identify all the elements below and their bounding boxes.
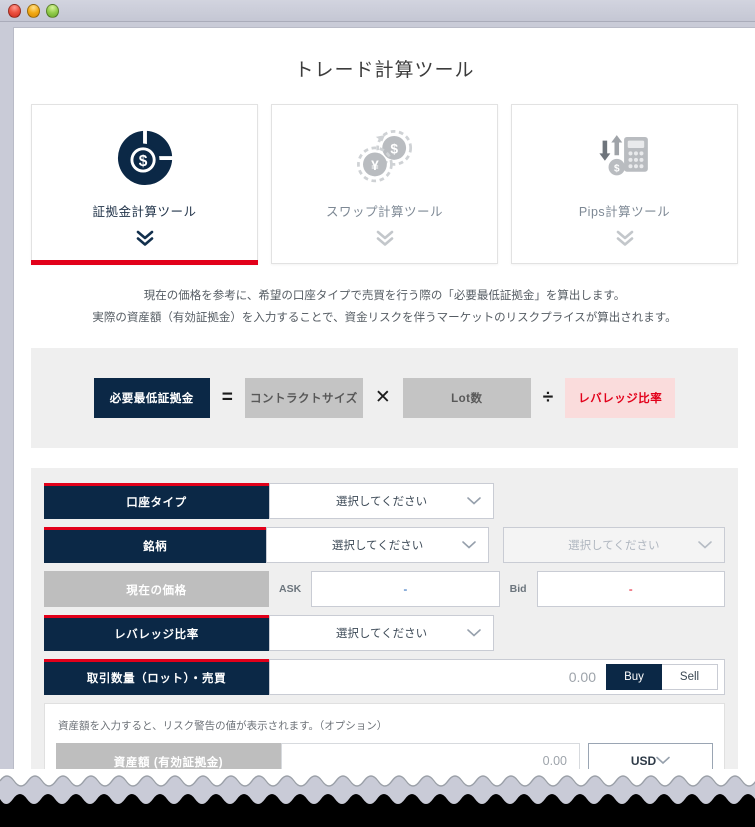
browser-window: トレード計算ツール $ 証拠金計算ツール $ ¥ スワップ計算ツール $ Pip… (0, 0, 755, 827)
svg-text:$: $ (613, 164, 619, 175)
close-window-button[interactable] (8, 3, 21, 18)
form-row-leverage: レバレッジ比率 選択してください (44, 614, 725, 651)
tool-description: 現在の価格を参考に、希望の口座タイプで売買を行う際の「必要最低証拠金」を算出しま… (31, 264, 738, 348)
volume-value: 0.00 (568, 668, 596, 685)
buy-sell-toggle: Buy Sell (606, 663, 718, 690)
formula-term-lot: Lot数 (402, 377, 531, 418)
coins-exchange-icon: $ ¥ (352, 127, 418, 189)
minimize-window-button[interactable] (27, 3, 40, 18)
description-line-1: 現在の価格を参考に、希望の口座タイプで売買を行う際の「必要最低証拠金」を算出しま… (143, 290, 626, 302)
chevron-down-icon (461, 540, 476, 549)
ask-label: ASK (279, 582, 302, 595)
calculator-arrows-icon: $ (593, 127, 657, 189)
tool-card-list: $ 証拠金計算ツール $ ¥ スワップ計算ツール $ Pips計算ツール (31, 104, 738, 265)
symbol-sub-select[interactable]: 選択してください (502, 526, 725, 563)
chevron-double-down-icon (135, 229, 155, 247)
tool-card-label: Pips計算ツール (578, 205, 671, 219)
current-price-label: 現在の価格 (44, 570, 269, 607)
pie-dollar-icon: $ (114, 127, 176, 189)
symbol-label: 銘柄 (44, 526, 267, 563)
torn-page-edge (0, 769, 755, 827)
formula-multiply-operator: ✕ (374, 387, 391, 409)
buy-button[interactable]: Buy (606, 663, 662, 690)
calculator-form: 口座タイプ 選択してください 銘柄 選択してください 選択してください 現在の価… (31, 467, 738, 775)
window-titlebar (0, 0, 755, 22)
symbol-select[interactable]: 選択してください (266, 526, 489, 563)
svg-text:$: $ (138, 153, 147, 170)
volume-label: 取引数量（ロット）・売買 (44, 658, 269, 695)
account-type-label: 口座タイプ (44, 482, 269, 519)
leverage-label: レバレッジ比率 (44, 614, 269, 651)
formula-term-leverage: レバレッジ比率 (565, 377, 676, 418)
symbol-value: 選択してください (331, 539, 424, 552)
tool-card-margin-calculator[interactable]: $ 証拠金計算ツール (31, 104, 258, 265)
chevron-down-icon (698, 540, 712, 549)
tool-card-label: 証拠金計算ツール (92, 205, 197, 219)
form-row-symbol: 銘柄 選択してください 選択してください (44, 526, 725, 563)
optional-equity-card: 資産額を入力すると、リスク警告の値が表示されます。（オプション） 資産額 (有効… (44, 702, 725, 775)
ask-price-field: - (311, 570, 500, 607)
page-title: トレード計算ツール (294, 60, 475, 81)
page-surface: トレード計算ツール $ 証拠金計算ツール $ ¥ スワップ計算ツール $ Pip… (13, 27, 755, 775)
symbol-sub-value: 選択してください (568, 539, 660, 552)
tool-card-swap-calculator[interactable]: $ ¥ スワップ計算ツール (271, 104, 498, 264)
account-type-select[interactable]: 選択してください (269, 482, 494, 519)
formula-result: 必要最低証拠金 (93, 377, 210, 418)
formula-term-contract-size: コントラクトサイズ (244, 377, 363, 418)
formula-equals-operator: = (221, 387, 233, 409)
bid-price-field: - (536, 570, 725, 607)
tool-card-pips-calculator[interactable]: $ Pips計算ツール (511, 104, 738, 264)
svg-text:$: $ (390, 141, 398, 156)
volume-input-group[interactable]: 0.00 Buy Sell (269, 658, 725, 695)
leverage-value: 選択してください (335, 627, 428, 640)
form-row-volume: 取引数量（ロット）・売買 0.00 Buy Sell (44, 658, 725, 695)
formula-panel: 必要最低証拠金 = コントラクトサイズ ✕ Lot数 ÷ レバレッジ比率 (31, 347, 738, 448)
formula-expression: 必要最低証拠金 = コントラクトサイズ ✕ Lot数 ÷ レバレッジ比率 (31, 348, 738, 448)
svg-text:¥: ¥ (371, 158, 379, 173)
account-type-value: 選択してください (335, 495, 428, 508)
chevron-down-icon (656, 754, 670, 768)
chevron-double-down-icon (615, 229, 635, 247)
formula-divide-operator: ÷ (542, 387, 554, 409)
sell-button[interactable]: Sell (662, 663, 718, 690)
chevron-down-icon (467, 628, 481, 637)
bid-label: Bid (509, 582, 527, 595)
form-row-current-price: 現在の価格 ASK - Bid - (44, 570, 725, 607)
currency-value: USD (630, 753, 657, 768)
description-line-2: 実際の資産額（有効証拠金）を入力することで、資金リスクを伴うマーケットのリスクプ… (92, 311, 677, 324)
leverage-select[interactable]: 選択してください (269, 614, 494, 651)
tool-card-label: スワップ計算ツール (325, 205, 443, 219)
form-row-account-type: 口座タイプ 選択してください (44, 482, 725, 519)
maximize-window-button[interactable] (46, 3, 59, 18)
chevron-down-icon (467, 496, 481, 505)
optional-note: 資産額を入力すると、リスク警告の値が表示されます。（オプション） (58, 719, 388, 732)
chevron-double-down-icon (375, 229, 395, 247)
